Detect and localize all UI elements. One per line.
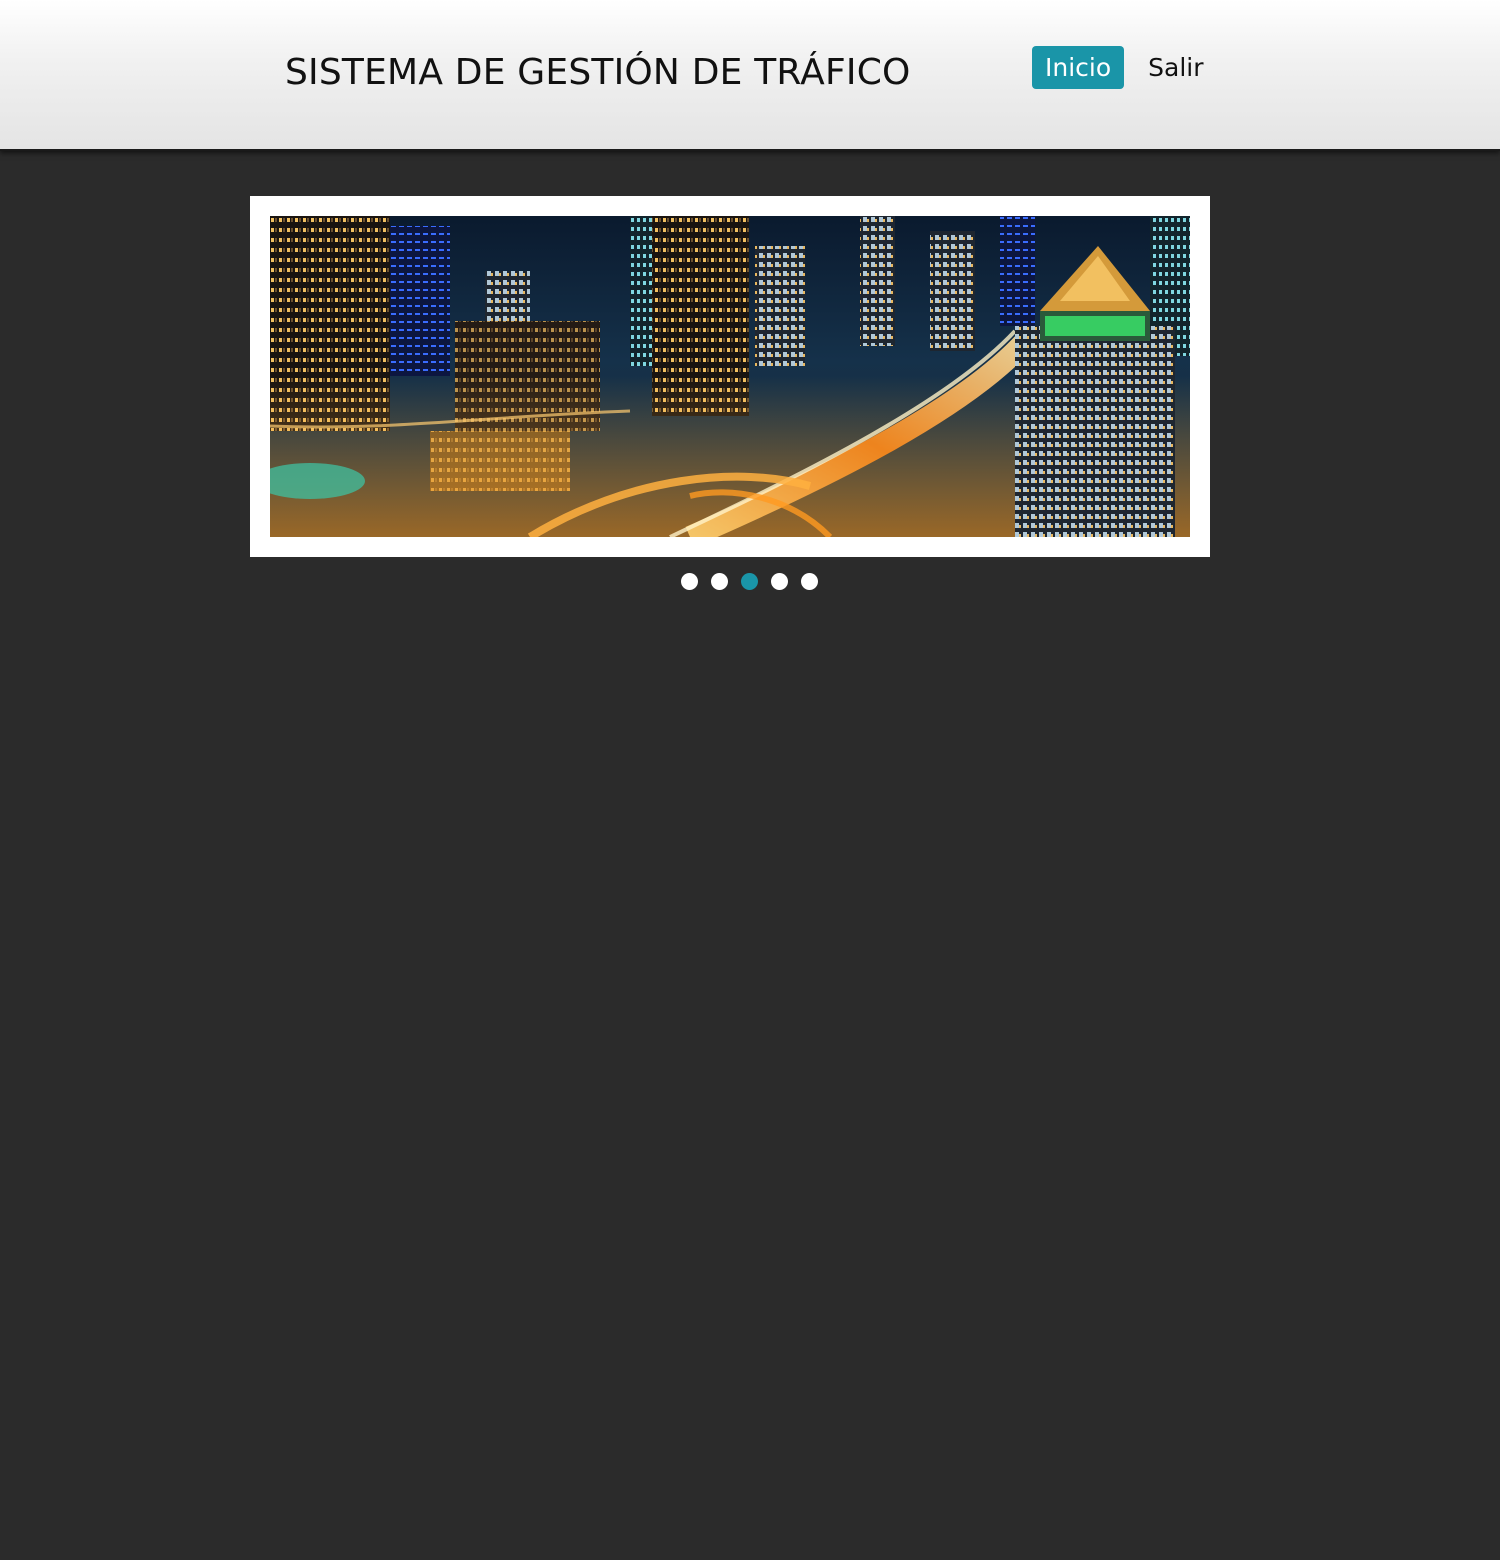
city-night-illustration [270,216,1190,537]
site-header: SISTEMA DE GESTIÓN DE TRÁFICO Inicio Sal… [0,0,1500,151]
slider-pagination [681,573,818,590]
main-nav: Inicio Salir [1032,46,1217,89]
page-title: SISTEMA DE GESTIÓN DE TRÁFICO [285,52,911,93]
slider-dot-4[interactable] [771,573,788,590]
slider-dot-2[interactable] [711,573,728,590]
slider-dot-5[interactable] [801,573,818,590]
nav-inicio-button[interactable]: Inicio [1032,46,1125,89]
slider-dot-1[interactable] [681,573,698,590]
slider-dot-3[interactable] [741,573,758,590]
slide-image-city-night-traffic [270,216,1190,537]
nav-salir-button[interactable]: Salir [1135,46,1216,89]
image-slider [250,196,1210,557]
